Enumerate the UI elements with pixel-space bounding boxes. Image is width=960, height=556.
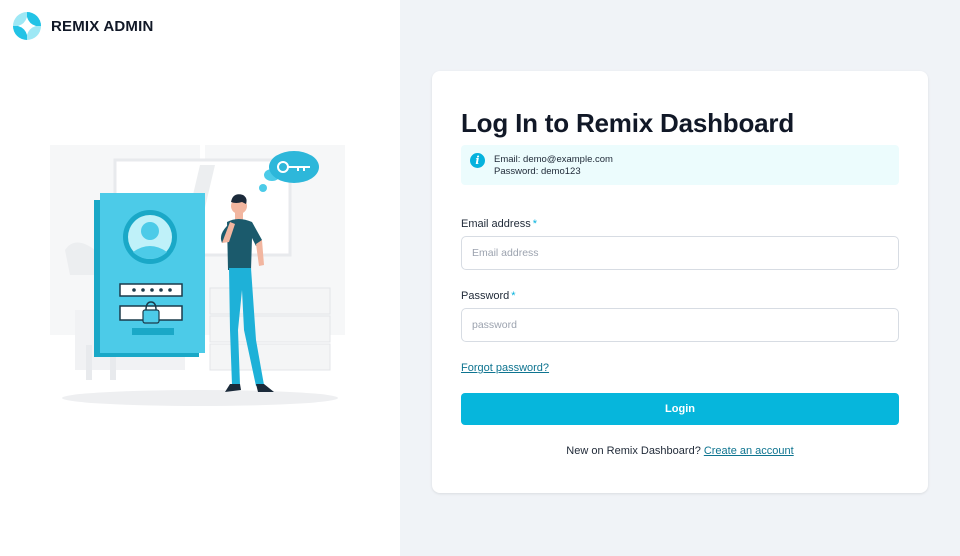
login-illustration: [50, 145, 345, 406]
demo-credentials-text: Email: demo@example.com Password: demo12…: [494, 154, 613, 178]
page-title: Log In to Remix Dashboard: [461, 108, 795, 138]
password-label-text: Password: [461, 290, 510, 302]
demo-password-line: Password: demo123: [494, 166, 581, 177]
required-asterisk: *: [532, 218, 537, 230]
info-icon: i: [470, 153, 485, 168]
signup-prompt: New on Remix Dashboard? Create an account: [432, 445, 928, 457]
forgot-password-link[interactable]: Forgot password?: [461, 362, 549, 374]
brand-name: REMIX ADMIN: [51, 17, 154, 35]
right-panel: Log In to Remix Dashboard i Email: demo@…: [400, 0, 960, 556]
login-button[interactable]: Login: [461, 393, 899, 425]
password-field[interactable]: [461, 308, 899, 342]
email-label-text: Email address: [461, 218, 531, 230]
password-label: Password *: [461, 290, 516, 302]
demo-email-line: Email: demo@example.com: [494, 154, 613, 165]
login-card: Log In to Remix Dashboard i Email: demo@…: [432, 71, 928, 493]
create-account-link[interactable]: Create an account: [704, 445, 794, 457]
email-label: Email address *: [461, 218, 537, 230]
demo-credentials-alert: i Email: demo@example.com Password: demo…: [461, 145, 899, 185]
signup-text: New on Remix Dashboard?: [566, 445, 701, 457]
left-panel: REMIX ADMIN: [0, 0, 400, 556]
remix-logo-icon: [13, 12, 41, 40]
email-field[interactable]: [461, 236, 899, 270]
required-asterisk: *: [511, 290, 516, 302]
brand[interactable]: REMIX ADMIN: [12, 11, 153, 41]
